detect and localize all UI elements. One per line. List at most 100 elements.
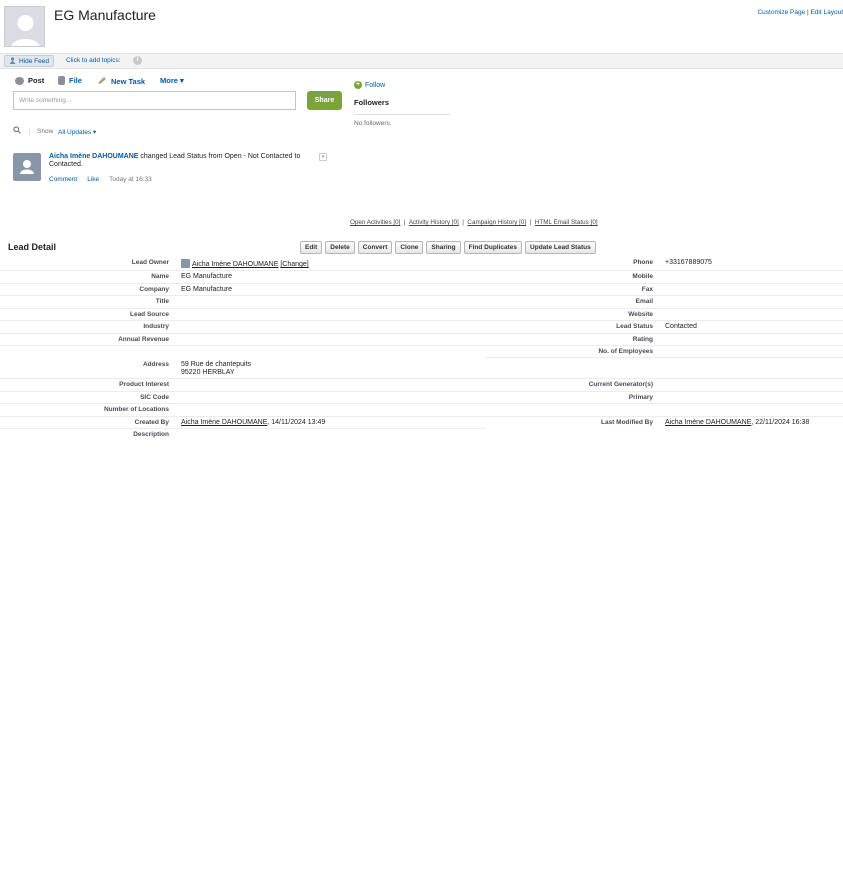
tab-new-task-label: New Task	[111, 76, 146, 86]
like-link[interactable]: Like	[87, 176, 99, 183]
related-separator: |	[403, 219, 406, 226]
html-email-status-link[interactable]: HTML Email Status [0]	[535, 219, 598, 226]
number-of-locations-label: Number of Locations	[103, 406, 169, 413]
address-label: Address	[142, 361, 169, 368]
feed-author-avatar[interactable]	[13, 153, 41, 181]
feed-item-text: Aicha Imène DAHOUMANE changed Lead Statu…	[49, 153, 319, 169]
row-divider	[485, 357, 843, 358]
convert-button[interactable]: Convert	[357, 241, 393, 254]
feed-icon	[9, 56, 16, 66]
row-divider	[0, 283, 843, 284]
lead-status-label: Lead Status	[616, 323, 653, 330]
lead-owner-label: Lead Owner	[131, 259, 169, 266]
row-divider	[0, 333, 843, 334]
feed-item-time: Today at 16:33	[109, 176, 152, 183]
campaign-history-link[interactable]: Campaign History [0]	[467, 219, 526, 226]
title-label: Title	[155, 298, 169, 305]
find-duplicates-button[interactable]: Find Duplicates	[463, 241, 523, 254]
related-list-links: Open Activities [0] | Activity History […	[350, 219, 598, 226]
name-label: Name	[151, 273, 169, 280]
sic-code-label: SIC Code	[140, 394, 169, 401]
email-label: Email	[635, 298, 653, 305]
created-by-label: Created By	[134, 419, 169, 426]
comment-link[interactable]: Comment	[49, 176, 77, 183]
user-icon	[181, 259, 190, 268]
row-divider	[0, 308, 843, 309]
hide-feed-label: Hide Feed	[19, 57, 49, 65]
rating-label: Rating	[632, 336, 653, 343]
tab-more[interactable]: More ▾	[160, 76, 184, 85]
last-modified-by-label: Last Modified By	[600, 419, 653, 426]
post-input[interactable]: Write something...	[13, 91, 296, 110]
tab-post[interactable]: Post	[15, 76, 44, 85]
file-icon	[58, 76, 65, 85]
row-divider	[0, 428, 486, 429]
row-divider	[0, 391, 843, 392]
search-icon[interactable]	[13, 126, 21, 134]
address-line1: 59 Rue de chantepuits	[181, 361, 252, 368]
followers-heading: Followers	[354, 98, 390, 107]
last-modified-date: , 22/11/2024 16:38	[751, 419, 810, 426]
lead-owner-link[interactable]: Aicha Imène DAHOUMANE	[192, 261, 278, 268]
lead-source-label: Lead Source	[129, 311, 169, 318]
show-label: Show	[37, 128, 54, 135]
follow-button[interactable]: + Follow	[354, 81, 385, 89]
row-divider	[0, 416, 843, 417]
page-title: EG Manufacture	[54, 7, 156, 23]
clone-button[interactable]: Clone	[395, 241, 424, 254]
feed-author-link[interactable]: Aicha Imène DAHOUMANE	[49, 153, 138, 160]
update-lead-status-button[interactable]: Update Lead Status	[525, 241, 596, 254]
row-divider	[0, 270, 843, 271]
customize-edit-links[interactable]: Customize Page | Edit Layout	[757, 9, 843, 16]
info-icon[interactable]: i	[133, 56, 142, 65]
pencil-icon	[97, 76, 107, 86]
delete-button[interactable]: Delete	[325, 241, 355, 254]
primary-label: Primary	[628, 394, 653, 401]
feed-toolbar	[0, 53, 843, 69]
mobile-label: Mobile	[632, 273, 653, 280]
num-employees-label: No. of Employees	[598, 348, 653, 355]
record-avatar	[4, 6, 45, 47]
person-silhouette-icon	[20, 160, 34, 174]
feed-filter-dropdown[interactable]: All Updates ▾	[58, 128, 96, 136]
speech-bubble-icon	[15, 76, 24, 85]
edit-button[interactable]: Edit	[300, 241, 323, 254]
address-line2: 95220 HERBLAY	[181, 369, 235, 376]
sharing-button[interactable]: Sharing	[426, 241, 461, 254]
hide-feed-button[interactable]: Hide Feed	[4, 55, 54, 67]
open-activities-link[interactable]: Open Activities [0]	[350, 219, 400, 226]
change-owner-link[interactable]: [Change]	[280, 261, 308, 268]
share-button[interactable]: Share	[307, 91, 342, 110]
plus-icon: +	[354, 81, 362, 89]
tab-new-task[interactable]: New Task	[97, 76, 145, 86]
row-divider	[0, 320, 843, 321]
phone-value: +33167889075	[665, 259, 712, 266]
activity-history-link[interactable]: Activity History [0]	[409, 219, 459, 226]
person-silhouette-icon	[11, 15, 40, 46]
add-topics-link[interactable]: Click to add topics:	[66, 57, 121, 64]
related-separator: |	[462, 219, 464, 226]
feed-item-actions: Comment Like Today at 16:33	[49, 176, 152, 183]
annual-revenue-label: Annual Revenue	[118, 336, 169, 343]
feed-item-menu-icon[interactable]: ▾	[319, 153, 327, 161]
no-followers-text: No followers.	[354, 120, 392, 127]
company-value: EG Manufacture	[181, 286, 232, 293]
tab-file-label: File	[69, 76, 82, 85]
description-label: Description	[133, 431, 169, 438]
created-by-date: , 14/11/2024 13:49	[267, 419, 326, 426]
created-by-user-link[interactable]: Aicha Imène DAHOUMANE	[181, 419, 267, 426]
follow-label: Follow	[365, 81, 386, 89]
company-label: Company	[139, 286, 169, 293]
created-by-value: Aicha Imène DAHOUMANE, 14/11/2024 13:49	[181, 419, 325, 426]
filter-separator: |	[29, 128, 31, 135]
fax-label: Fax	[641, 286, 653, 293]
lead-detail-heading: Lead Detail	[8, 242, 57, 252]
name-value: EG Manufacture	[181, 273, 232, 280]
last-modified-user-link[interactable]: Aicha Imène DAHOUMANE	[665, 419, 751, 426]
followers-divider	[354, 114, 450, 115]
tab-file[interactable]: File	[58, 76, 82, 85]
row-divider	[0, 403, 843, 404]
website-label: Website	[628, 311, 653, 318]
row-divider	[0, 378, 843, 379]
row-divider	[0, 295, 843, 296]
